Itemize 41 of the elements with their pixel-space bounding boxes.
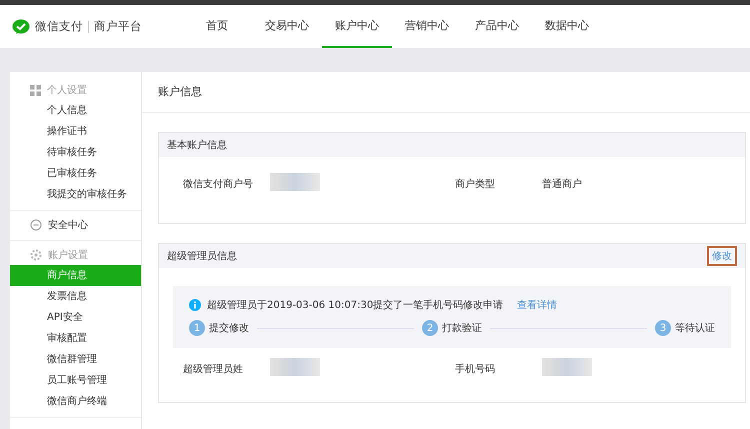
grid-icon [30,84,41,96]
field-label: 手机号码 [455,362,496,376]
nav-tab[interactable]: 首页 [182,5,252,48]
sidebar-group-title: 个人设置 [47,84,87,97]
step-label: 打款验证 [442,322,482,335]
sidebar-item[interactable]: 已审核任务 [10,163,141,184]
nav-tab[interactable]: 交易中心 [252,5,322,48]
sidebar-item[interactable]: 操作证书 [10,121,141,142]
nav-tab[interactable]: 营销中心 [392,5,462,48]
nav-tab[interactable]: 产品中心 [462,5,532,48]
step-label: 等待认证 [675,322,715,335]
sidebar-item[interactable]: 我提交的审核任务 [10,184,141,205]
card-title: 超级管理员信息 [167,250,237,263]
info-icon [189,299,201,311]
step-number: 1 [189,320,205,336]
sidebar-item[interactable]: API安全 [10,307,141,328]
notice-text: 超级管理员于2019-03-06 10:07:30提交了一笔手机号码修改申请 [207,298,504,312]
card-title: 基本账户信息 [167,138,227,152]
sidebar-group-title: 账户设置 [48,248,88,262]
field-label: 超级管理员姓 [183,362,244,376]
gear-icon [30,249,42,261]
page-title: 账户信息 [142,72,750,113]
field-label: 微信支付商户号 [183,178,254,191]
sidebar-item[interactable]: 发票信息 [10,286,141,307]
step-label: 提交修改 [209,322,249,335]
field-label: 商户类型 [455,178,496,191]
sidebar-item[interactable]: 微信群管理 [10,349,141,370]
step-number: 3 [655,320,671,336]
sidebar-item[interactable]: 审核配置 [10,328,141,349]
sidebar-item[interactable]: 待审核任务 [10,142,141,163]
check-bubble-icon [12,18,30,34]
sidebar-group-title[interactable]: 安全中心 [48,218,88,232]
field-value: 普通商户 [542,178,582,191]
sidebar-item[interactable]: 微信商户终端 [10,391,141,412]
brand-name: 微信支付 [35,19,83,34]
platform-name: 商户平台 [94,19,142,34]
sidebar-item[interactable]: 个人信息 [10,100,141,121]
nav-tab[interactable]: 账户中心 [322,5,392,48]
sidebar-item[interactable]: 员工账号管理 [10,370,141,391]
nav-tab[interactable]: 数据中心 [532,5,602,48]
step-number: 2 [422,320,438,336]
